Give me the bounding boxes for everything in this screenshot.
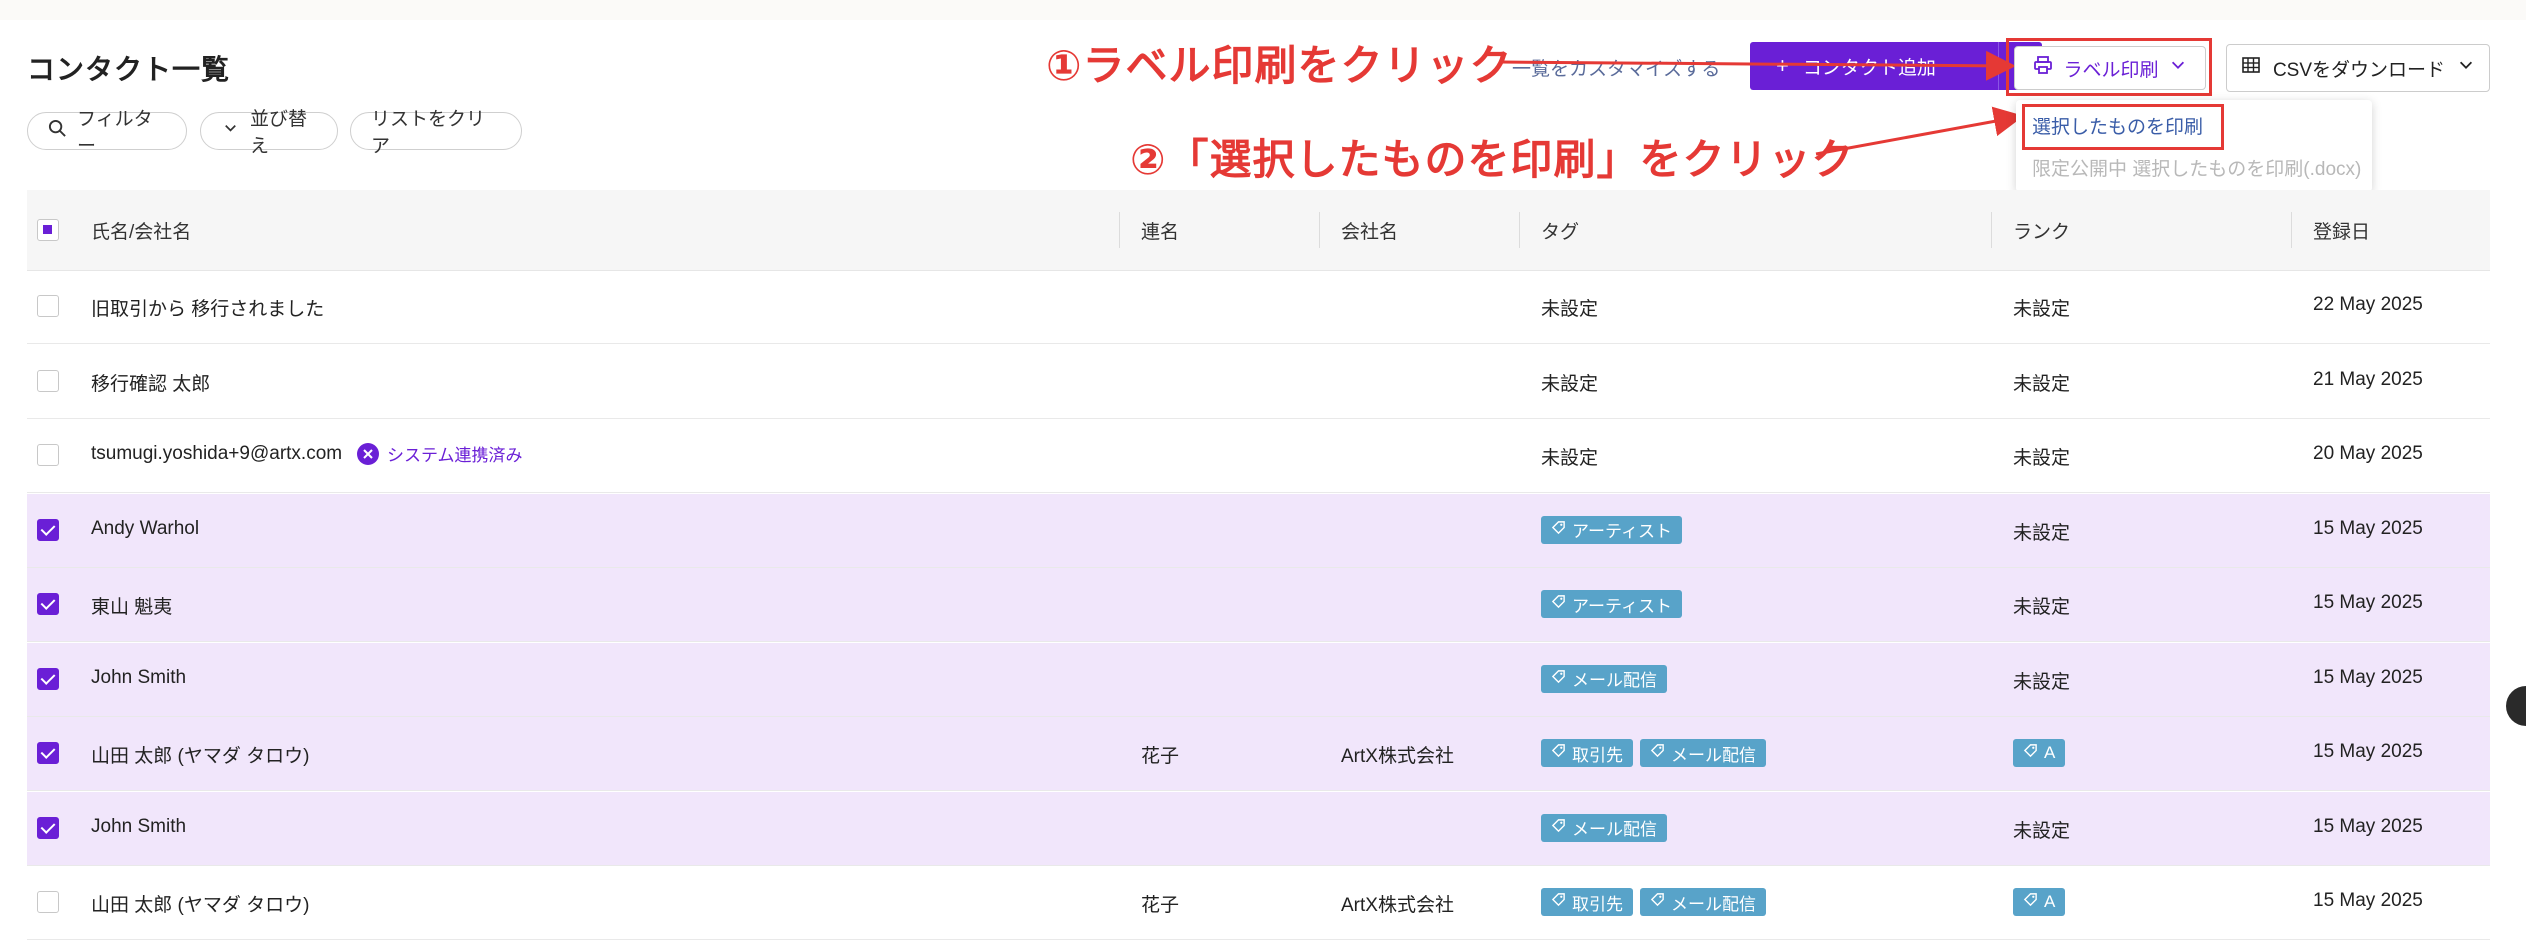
- tag-icon: [1551, 594, 1566, 614]
- rank-badge: A: [2013, 888, 2066, 916]
- contact-name[interactable]: 旧取引から 移行されました: [91, 294, 324, 321]
- column-header-rank[interactable]: ランク: [2013, 217, 2070, 244]
- row-checkbox[interactable]: [37, 593, 59, 615]
- registration-date: 15 May 2025: [2313, 517, 2423, 539]
- column-header-company[interactable]: 会社名: [1341, 217, 1398, 244]
- contact-name[interactable]: 山田 太郎 (ヤマダ タロウ): [91, 890, 310, 917]
- csv-download-button[interactable]: CSVをダウンロード: [2226, 44, 2490, 92]
- rank-unset: 未設定: [2013, 522, 2071, 544]
- column-header-joint[interactable]: 連名: [1141, 217, 1179, 244]
- registration-date: 15 May 2025: [2313, 592, 2423, 613]
- registration-date: 15 May 2025: [2313, 741, 2423, 762]
- tag-unset: 未設定: [1541, 299, 1599, 320]
- row-checkbox[interactable]: [37, 369, 59, 392]
- annotation-highlight-print-selected: [2022, 104, 2224, 150]
- table-row[interactable]: Andy Warhol アーティスト 未設定 15 May 2025: [27, 493, 2490, 568]
- select-all-checkbox[interactable]: [37, 219, 59, 241]
- rank-unset: 未設定: [2013, 299, 2071, 320]
- company-name: ArtX株式会社: [1341, 895, 1454, 916]
- contact-name[interactable]: John Smith: [91, 816, 186, 838]
- table-row[interactable]: 東山 魁夷 アーティスト 未設定 15 May 2025: [27, 568, 2490, 642]
- tag-icon: [1551, 669, 1566, 689]
- contact-name[interactable]: 東山 魁夷: [91, 592, 172, 619]
- tag-unset: 未設定: [1541, 448, 1599, 469]
- table-row[interactable]: John Smith メール配信 未設定 15 May 2025: [27, 642, 2490, 717]
- chevron-down-icon: [2457, 56, 2475, 80]
- tag-unset: 未設定: [1541, 373, 1599, 395]
- table-row[interactable]: tsumugi.yoshida+9@artx.com システム連携済み 未設定 未設定…: [27, 419, 2490, 493]
- column-separator: [1519, 212, 1520, 248]
- tag-icon: [2023, 743, 2038, 763]
- registration-date: 20 May 2025: [2313, 443, 2423, 464]
- tag-icon: [1551, 520, 1566, 540]
- company-name: ArtX株式会社: [1341, 746, 1454, 767]
- tag-badge: アーティスト: [1541, 515, 1682, 544]
- contact-name[interactable]: 山田 太郎 (ヤマダ タロウ): [91, 741, 310, 768]
- rank-unset: 未設定: [2013, 671, 2071, 693]
- tag-badge: メール配信: [1640, 888, 1766, 916]
- verified-badge: システム連携済み: [357, 441, 523, 466]
- table-header: 氏名/会社名 連名 会社名 タグ ランク 登録日: [27, 190, 2490, 271]
- row-checkbox[interactable]: [37, 891, 59, 913]
- tag-badge: メール配信: [1541, 664, 1667, 693]
- column-header-tags[interactable]: タグ: [1541, 217, 1579, 244]
- registration-date: 15 May 2025: [2313, 890, 2423, 911]
- column-header-name[interactable]: 氏名/会社名: [91, 217, 191, 244]
- row-checkbox[interactable]: [37, 444, 59, 466]
- print-docx-item: 限定公開中 選択したものを印刷(.docx): [2032, 159, 2362, 180]
- contact-name[interactable]: tsumugi.yoshida+9@artx.com: [91, 443, 342, 465]
- registration-date: 15 May 2025: [2313, 666, 2423, 688]
- table-icon: [2241, 55, 2261, 81]
- column-separator: [1319, 212, 1320, 248]
- joint-name: 花子: [1141, 746, 1180, 767]
- tag-badge: 取引先: [1541, 888, 1633, 916]
- verified-label: システム連携済み: [387, 446, 523, 465]
- rank-badge: A: [2013, 739, 2066, 767]
- row-checkbox[interactable]: [37, 295, 59, 317]
- row-checkbox[interactable]: [37, 742, 59, 764]
- row-checkbox[interactable]: [37, 816, 59, 839]
- table-row[interactable]: John Smith メール配信 未設定 15 May 2025: [27, 791, 2490, 866]
- registration-date: 22 May 2025: [2313, 294, 2423, 315]
- table-row[interactable]: 移行確認 太郎 未設定 未設定 21 May 2025: [27, 345, 2490, 419]
- tag-badge: メール配信: [1541, 813, 1667, 842]
- column-separator: [1119, 212, 1120, 248]
- contact-name[interactable]: Andy Warhol: [91, 518, 199, 540]
- rank-unset: 未設定: [2013, 597, 2071, 618]
- column-separator: [2291, 212, 2292, 248]
- tag-icon: [1551, 743, 1566, 763]
- row-checkbox[interactable]: [37, 518, 59, 541]
- tag-icon: [1650, 892, 1665, 912]
- tag-icon: [1650, 743, 1665, 763]
- rank-unset: 未設定: [2013, 820, 2071, 842]
- rank-unset: 未設定: [2013, 373, 2071, 395]
- registration-date: 21 May 2025: [2313, 368, 2423, 390]
- table-row[interactable]: 山田 太郎 (ヤマダ タロウ) 花子 ArtX株式会社 取引先 メール配信 A 15 May…: [27, 717, 2490, 791]
- column-separator: [1991, 212, 1992, 248]
- csv-download-label: CSVをダウンロード: [2272, 59, 2446, 81]
- annotation-highlight-label-print: [2006, 38, 2212, 96]
- joint-name: 花子: [1141, 895, 1180, 916]
- tag-badge: メール配信: [1640, 739, 1766, 767]
- tag-icon: [1551, 818, 1566, 838]
- verified-icon: [357, 442, 379, 465]
- contact-name[interactable]: John Smith: [91, 667, 186, 689]
- annotation-step2: ②「選択したものを印刷」をクリック: [1130, 136, 1855, 183]
- tag-icon: [2023, 892, 2038, 912]
- table-row[interactable]: 山田 太郎 (ヤマダ タロウ) 花子 ArtX株式会社 取引先 メール配信 A 15 May…: [27, 866, 2490, 940]
- tag-badge: アーティスト: [1541, 590, 1682, 618]
- contact-name[interactable]: 移行確認 太郎: [91, 369, 210, 396]
- rank-unset: 未設定: [2013, 448, 2071, 469]
- annotation-step1: ①ラベル印刷をクリック: [1046, 42, 1513, 89]
- table-row[interactable]: 旧取引から 移行されました 未設定 未設定 22 May 2025: [27, 270, 2490, 344]
- row-checkbox[interactable]: [37, 667, 59, 690]
- column-header-date[interactable]: 登録日: [2313, 217, 2370, 244]
- registration-date: 15 May 2025: [2313, 815, 2423, 837]
- tag-badge: 取引先: [1541, 739, 1633, 767]
- tag-icon: [1551, 892, 1566, 912]
